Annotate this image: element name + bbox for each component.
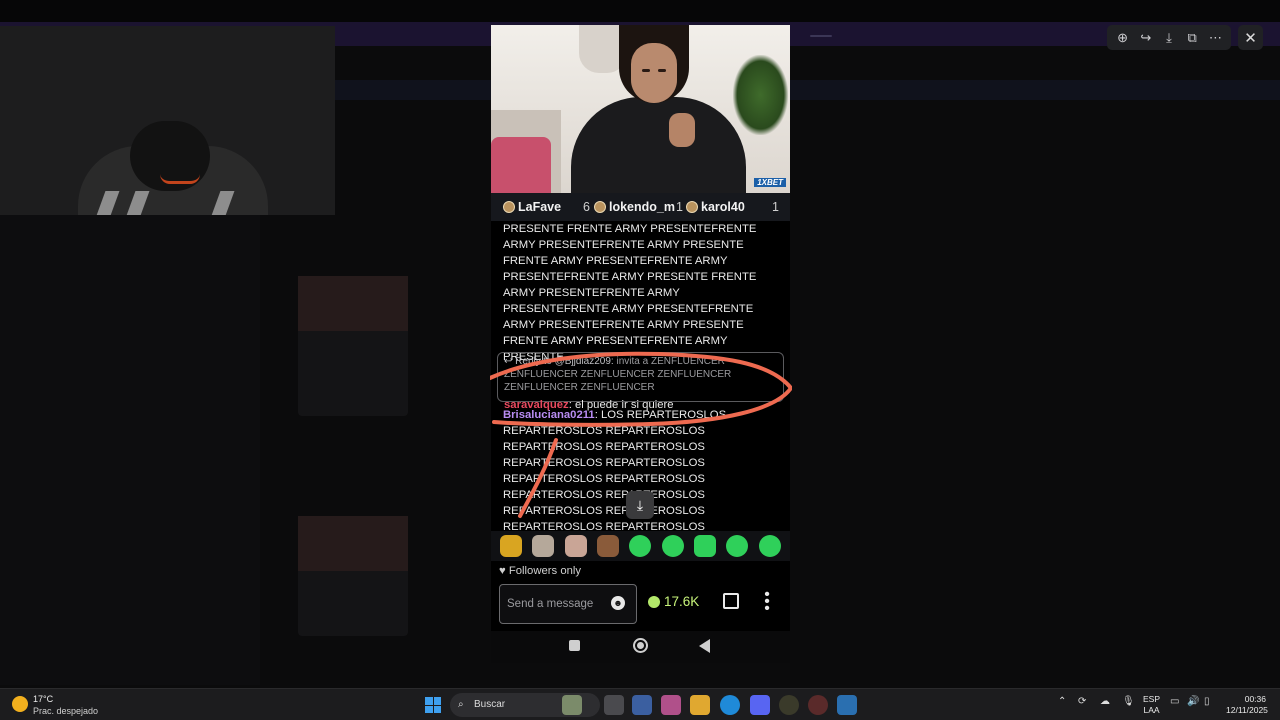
image-viewer-toolbar: ⊕ ↪ ⤓ ⧉ ⋯ xyxy=(1107,25,1231,50)
emote-icon[interactable] xyxy=(661,535,684,557)
weather-sun-icon xyxy=(12,696,28,712)
emote-icon[interactable] xyxy=(532,535,555,557)
show-hidden-icons-icon[interactable]: ⌃ xyxy=(1058,696,1066,707)
task-view-icon[interactable] xyxy=(604,695,624,715)
chat-message-text: PRESENTE FRENTE ARMY PRESENTEFRENTE ARMY… xyxy=(503,223,757,363)
windows-start-icon[interactable] xyxy=(425,697,441,713)
leaderboard-count: 1 xyxy=(676,200,683,214)
taskbar-app-icon[interactable] xyxy=(779,695,799,715)
heart-icon: ♥ xyxy=(499,565,509,577)
weather-temperature: 17°C xyxy=(33,694,54,704)
background-media-cards xyxy=(298,276,408,656)
chat-username[interactable]: Brisaluciana0211 xyxy=(503,409,595,421)
followers-only-label: Followers only xyxy=(508,565,582,577)
emote-icon[interactable] xyxy=(758,535,781,557)
background-banner-button xyxy=(810,35,832,37)
leaderboard-entry[interactable]: LaFave xyxy=(503,200,561,214)
channel-points-count: 17.6K xyxy=(664,594,700,609)
reply-label: Reply to @Bjjdiaz209: xyxy=(515,356,614,367)
leaderboard-entry[interactable]: lokendo_m xyxy=(594,200,675,214)
language-indicator[interactable]: ESP LAA xyxy=(1143,694,1160,716)
webcam-video xyxy=(0,26,335,215)
emote-bar xyxy=(491,531,790,561)
desktop: ⊕ ↪ ⤓ ⧉ ⋯ ✕ 1XBET LaFave 6 lokendo_m 1 k… xyxy=(0,0,1280,720)
chat-input-row: Send a message ☻ 17.6K • • • xyxy=(491,581,790,627)
volume-icon[interactable]: 🔊 xyxy=(1187,696,1199,707)
edge-icon[interactable] xyxy=(720,695,740,715)
microphone-icon[interactable]: 🎙 xyxy=(1122,696,1135,707)
sync-icon[interactable]: ⟳ xyxy=(1078,696,1086,707)
taskbar-app-icon[interactable] xyxy=(808,695,828,715)
avatar xyxy=(594,201,606,213)
emote-icon[interactable] xyxy=(564,535,587,557)
download-icon[interactable]: ⤓ xyxy=(1159,28,1179,48)
leaderboard-name: LaFave xyxy=(518,200,562,214)
store-icon[interactable] xyxy=(632,695,652,715)
chat-log: PRESENTE FRENTE ARMY PRESENTEFRENTE ARMY… xyxy=(491,221,790,531)
chat-message-text: LOS REPARTEROSLOS REPARTEROSLOS REPARTER… xyxy=(503,409,727,531)
background-topbar xyxy=(335,50,1280,74)
copilot-icon[interactable] xyxy=(661,695,681,715)
clock-date: 12/11/2025 xyxy=(1226,705,1268,715)
network-icon[interactable]: ▭ xyxy=(1170,696,1179,707)
background-notice xyxy=(335,80,1280,100)
windows-taskbar: 17°C Prac. despejado ⌕ Buscar ⌃ ⟳ ☁ 🎙 ES… xyxy=(0,688,1280,720)
discord-icon[interactable] xyxy=(750,695,770,715)
reply-icon: ↩ xyxy=(504,356,516,367)
search-icon: ⌕ xyxy=(458,699,464,710)
emote-icon[interactable] xyxy=(597,535,620,557)
stream-video: 1XBET xyxy=(491,25,790,193)
clock-time: 00:36 xyxy=(1244,694,1266,704)
open-external-icon[interactable]: ⧉ xyxy=(1182,28,1202,48)
chat-mode-notice: ♥ Followers only xyxy=(499,565,581,577)
sponsor-logo: 1XBET xyxy=(754,178,786,187)
system-clock[interactable]: 00:36 12/11/2025 xyxy=(1226,694,1268,716)
more-icon[interactable]: ⋯ xyxy=(1205,28,1225,48)
search-label: Buscar xyxy=(474,699,506,710)
weather-widget[interactable]: 17°C Prac. despejado xyxy=(12,693,132,717)
gift-icon[interactable] xyxy=(723,593,739,609)
share-icon[interactable]: ↪ xyxy=(1136,28,1156,48)
home-icon[interactable] xyxy=(633,638,648,653)
emote-icon[interactable] xyxy=(694,535,717,557)
leaderboard-count: 1 xyxy=(772,200,779,214)
onedrive-icon[interactable]: ☁ xyxy=(1100,696,1110,707)
emote-icon[interactable] xyxy=(500,535,523,557)
taskbar-app-icon[interactable] xyxy=(562,695,582,715)
scroll-to-bottom-button[interactable]: ⤓ xyxy=(626,491,654,519)
background-channel-list xyxy=(0,215,260,685)
language-code: ESP xyxy=(1143,694,1161,704)
avatar xyxy=(503,201,515,213)
emote-icon[interactable] xyxy=(726,535,749,557)
chat-reply-message: ↩ Reply to @Bjjdiaz209: invita a ZENFLUE… xyxy=(497,352,784,411)
zoom-in-icon[interactable]: ⊕ xyxy=(1113,28,1133,48)
avatar xyxy=(686,201,698,213)
leaderboard-count: 6 xyxy=(583,200,590,214)
leaderboard-name: lokendo_m xyxy=(609,200,675,214)
background-card xyxy=(298,516,408,636)
back-icon[interactable] xyxy=(699,639,710,653)
recents-icon[interactable] xyxy=(569,640,580,651)
emote-icon[interactable] xyxy=(629,535,652,557)
gift-leaderboard: LaFave 6 lokendo_m 1 karol40 1 xyxy=(491,193,790,221)
weather-description: Prac. despejado xyxy=(33,706,99,716)
more-options-icon[interactable]: • • • xyxy=(763,587,771,617)
file-explorer-icon[interactable] xyxy=(690,695,710,715)
channel-points-button[interactable]: 17.6K xyxy=(648,594,699,609)
taskbar-app-icon[interactable] xyxy=(837,695,857,715)
background-card xyxy=(298,276,408,416)
leaderboard-entry[interactable]: karol40 xyxy=(686,200,745,214)
chat-message: PRESENTE FRENTE ARMY PRESENTEFRENTE ARMY… xyxy=(503,221,778,365)
keyboard-layout: LAA xyxy=(1143,705,1160,715)
leaderboard-name: karol40 xyxy=(701,200,745,214)
close-icon[interactable]: ✕ xyxy=(1238,25,1263,50)
points-icon xyxy=(648,595,660,608)
phone-screenshot: 1XBET LaFave 6 lokendo_m 1 karol40 1 PRE… xyxy=(491,25,790,663)
android-nav-bar xyxy=(491,631,790,663)
background-window-title xyxy=(0,0,1280,22)
emoji-icon[interactable]: ☻ xyxy=(611,596,625,610)
battery-icon[interactable]: ▯ xyxy=(1204,696,1210,707)
